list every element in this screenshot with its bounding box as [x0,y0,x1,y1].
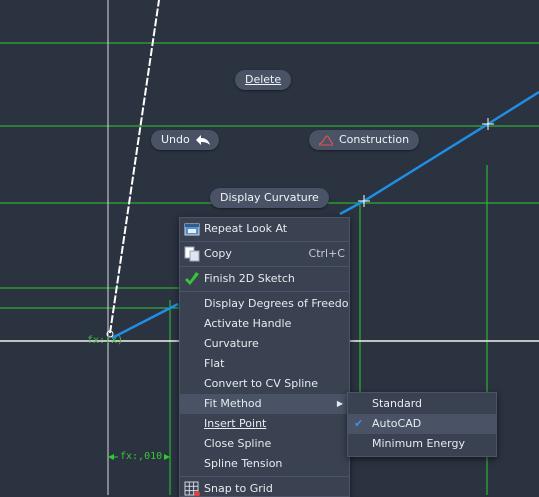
menu-item-label: Finish 2D Sketch [204,272,295,285]
menu-item-spline-tension[interactable]: Spline Tension [180,454,349,474]
submenu-item-standard[interactable]: Standard [348,394,496,414]
construction-line-icon [318,135,334,146]
menu-item-label: Flat [204,357,225,370]
menu-item-label: Close Spline [204,437,272,450]
menu-item-label: Copy [204,247,232,260]
menu-item-copy[interactable]: Copy Ctrl+C [180,244,349,264]
delete-button[interactable]: Delete [235,70,292,90]
menu-item-label: Display Degrees of Freedom [204,297,350,310]
fit-method-submenu: Standard ✔ AutoCAD Minimum Energy [347,392,497,457]
look-at-icon [184,223,200,236]
copy-shortcut: Ctrl+C [308,247,345,260]
green-check-icon [185,272,199,285]
construction-button[interactable]: Construction [309,130,420,150]
horizontal-dimension-label[interactable]: fx:,010 [118,451,165,462]
menu-item-curvature[interactable]: Curvature [180,334,349,354]
menu-separator [180,291,349,292]
menu-item-label: Curvature [204,337,259,350]
menu-separator [180,241,349,242]
submenu-item-minimum-energy[interactable]: Minimum Energy [348,434,496,454]
display-curvature-button[interactable]: Display Curvature [210,188,329,208]
menu-separator [180,476,349,477]
menu-item-close-spline[interactable]: Close Spline [180,434,349,454]
menu-item-activate-handle[interactable]: Activate Handle [180,314,349,334]
menu-item-label: Snap to Grid [204,482,273,495]
menu-item-label: Activate Handle [204,317,292,330]
menu-item-label: Insert Point [204,417,267,430]
menu-item-fit-method[interactable]: Fit Method ▶ [180,394,349,414]
menu-item-snap-to-grid[interactable]: Snap to Grid [180,479,349,496]
submenu-item-label: Minimum Energy [372,437,465,450]
menu-item-display-degrees-of-freedom[interactable]: Display Degrees of Freedom [180,294,349,314]
display-curvature-label: Display Curvature [220,191,319,204]
menu-item-convert-to-cv-spline[interactable]: Convert to CV Spline [180,374,349,394]
undo-button[interactable]: Undo [151,130,219,150]
menu-item-flat[interactable]: Flat [180,354,349,374]
menu-item-label: Convert to CV Spline [204,377,319,390]
menu-item-insert-point[interactable]: Insert Point [180,414,349,434]
context-menu: Repeat Look At Copy Ctrl+C Finish 2D Ske… [179,217,350,497]
menu-item-repeat-look-at[interactable]: Repeat Look At [180,219,349,239]
submenu-item-label: Standard [372,397,423,410]
submenu-item-autocad[interactable]: ✔ AutoCAD [348,414,496,434]
menu-item-label: Spline Tension [204,457,283,470]
menu-separator [180,266,349,267]
menu-item-label: Fit Method [204,397,262,410]
menu-item-finish-2d-sketch[interactable]: Finish 2D Sketch [180,269,349,289]
menu-item-label: Repeat Look At [204,222,288,235]
copy-icon [184,246,200,262]
undo-label: Undo [161,133,190,146]
delete-label: Delete [245,73,282,86]
undo-arrow-icon [196,135,210,145]
submenu-item-label: AutoCAD [372,417,422,430]
point-dimension-label[interactable]: fx:(x) [87,335,123,346]
checkmark-icon: ✔ [354,417,364,430]
submenu-arrow-icon: ▶ [336,399,343,408]
construction-label: Construction [339,133,410,146]
